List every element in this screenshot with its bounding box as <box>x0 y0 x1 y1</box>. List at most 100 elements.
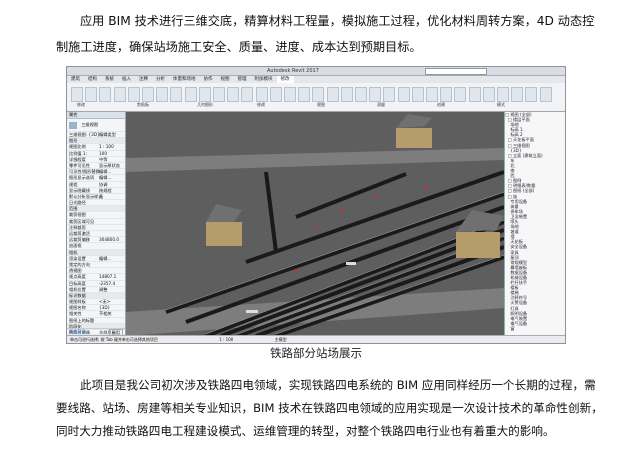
browser-item[interactable]: 窗 <box>505 326 565 331</box>
ribbon-tool-icon[interactable] <box>142 87 154 102</box>
property-value: 调整 <box>99 286 108 292</box>
property-key: 锁定的方向 <box>69 261 90 267</box>
property-row[interactable]: 远裁剪偏移 304800.0 <box>67 237 125 244</box>
ribbon-tab[interactable]: 分析 <box>152 76 169 83</box>
ribbon-tool-icon[interactable] <box>482 87 495 102</box>
property-key: 显示隐藏线 <box>69 187 90 193</box>
ribbon-group-label: 测量 <box>377 102 385 107</box>
property-key: 日光路径 <box>69 200 86 206</box>
ribbon-tool-icon[interactable] <box>241 87 254 102</box>
ribbon-tool-icon[interactable] <box>99 87 112 102</box>
ribbon-tool-icon[interactable] <box>525 87 538 102</box>
ribbon-tab[interactable]: 协作 <box>200 76 217 83</box>
property-key: 相机位置 <box>69 286 86 292</box>
ribbon-tool-icon[interactable] <box>170 87 183 102</box>
ribbon-tab[interactable]: 视图 <box>217 76 234 83</box>
property-value: 编辑类型 <box>99 132 116 137</box>
ribbon-group-label: 创建 <box>437 102 445 107</box>
ribbon-tool-icon[interactable] <box>497 87 509 102</box>
ribbon-tool-icon[interactable] <box>198 87 211 102</box>
property-key: 远裁剪偏移 <box>69 237 90 243</box>
ribbon-tool-icon[interactable] <box>227 87 240 102</box>
property-row[interactable]: 默认分析显示样式无 <box>67 193 125 201</box>
ribbon-tool-icon[interactable] <box>440 87 453 102</box>
status-bar: 单击可进行选择; 按 Tab 键并单击可选择其他项目 1 : 100 主模型 <box>67 335 565 343</box>
ribbon-tool-icon[interactable] <box>355 87 367 102</box>
ribbon-tab[interactable]: 系统 <box>101 76 118 83</box>
property-key: 透视图 <box>69 268 82 274</box>
ribbon-tool-icon[interactable] <box>298 87 311 102</box>
ribbon-tool-icon[interactable] <box>255 87 268 102</box>
ribbon-tab[interactable]: 体量和场地 <box>169 76 200 83</box>
type-selector[interactable]: 三维视图 <box>67 119 125 132</box>
properties-help-link[interactable]: 属性帮助 <box>69 329 86 334</box>
signal-5 <box>294 268 298 272</box>
property-key: 视图比例 <box>69 144 86 150</box>
ribbon-group-label: 模式 <box>497 102 505 107</box>
ribbon-group-label: 剪贴板 <box>137 102 149 107</box>
search-box[interactable] <box>425 68 487 75</box>
ribbon-tool-icon[interactable] <box>85 87 98 102</box>
ribbon-tool-icon[interactable] <box>397 87 410 102</box>
property-value: 协调 <box>99 181 108 187</box>
ribbon-tool-icon[interactable] <box>113 87 126 102</box>
ribbon-tab[interactable]: 插入 <box>118 76 135 83</box>
ribbon-tool-icon[interactable] <box>156 87 169 102</box>
property-value: 按规程 <box>99 187 112 193</box>
property-key: 裁剪区域可见 <box>69 218 95 224</box>
ribbon-tool-icon[interactable] <box>71 87 83 102</box>
ribbon-tool-icon[interactable] <box>269 87 282 102</box>
property-key: 规程 <box>69 181 78 187</box>
ribbon-tool-icon[interactable] <box>213 87 225 102</box>
ribbon-tool-icon[interactable] <box>539 87 552 102</box>
property-key: 裁剪视图 <box>69 212 86 218</box>
properties-panel: 属性 三维视图 三维视图: {3D} 编辑类型 图形 视图比例 1 : 100 比例值 1… <box>67 112 126 343</box>
property-row[interactable]: 相关性 不相关 <box>67 311 125 318</box>
property-row[interactable]: 渲染设置 编辑... <box>67 256 125 262</box>
ribbon-tab[interactable]: 注释 <box>135 76 152 83</box>
property-key: 三维视图: {3D} <box>69 132 100 137</box>
property-row[interactable]: 相机位置 调整 <box>67 287 125 293</box>
property-value: 编辑... <box>99 169 112 175</box>
property-key: 远裁剪激活 <box>69 231 90 236</box>
ribbon-tool-icon[interactable] <box>454 87 467 102</box>
ribbon-tool-icon[interactable] <box>511 87 524 102</box>
property-value: -2357.4 <box>99 280 116 286</box>
ribbon-group-label: 修改 <box>77 102 85 107</box>
ribbon-tool-icon[interactable] <box>411 87 424 102</box>
ribbon-tool-icon[interactable] <box>284 87 296 102</box>
type-selector-label: 三维视图 <box>81 122 99 127</box>
ribbon-tool-icon[interactable] <box>426 87 438 102</box>
ribbon-tool-icon[interactable] <box>468 87 481 102</box>
ribbon-tool-icon[interactable] <box>369 87 382 102</box>
signal-3 <box>374 194 378 198</box>
project-browser: □ 视图 (全部) □ 楼层平面 场地 标高 1 标高 2 □ 天花板平面 □ … <box>504 112 565 343</box>
ribbon-tab[interactable]: 管理 <box>234 76 251 83</box>
property-key: 相机 <box>69 249 78 255</box>
property-key: 剖面框 <box>69 243 82 249</box>
property-key: 目标高度 <box>69 280 86 286</box>
property-key: 可见性/图形替换 <box>69 169 100 175</box>
property-value: 无 <box>99 193 104 199</box>
ribbon-tool-icon[interactable] <box>326 87 339 102</box>
ribbon-tab[interactable]: 修改 <box>276 76 294 83</box>
ribbon-tool-icon[interactable] <box>340 87 353 102</box>
status-text: 单击可进行选择; 按 Tab 键并单击可选择其他项目 <box>70 337 158 342</box>
ribbon-tab[interactable]: 结构 <box>84 76 101 83</box>
3d-viewport[interactable] <box>126 112 504 336</box>
ribbon-tool-icon[interactable] <box>312 87 325 102</box>
property-value: 显示原状态 <box>99 162 120 168</box>
ribbon-tool-icon[interactable] <box>184 87 197 102</box>
ribbon-tool-icon[interactable] <box>383 87 396 102</box>
property-row[interactable]: 三维视图: {3D} 编辑类型 <box>67 132 125 139</box>
properties-footer: 属性帮助 应用 <box>67 327 125 336</box>
ribbon: 修改 剪贴板 几何图形 修改 视图 测量 创建 模式 <box>67 83 565 112</box>
ribbon-group-label: 视图 <box>317 102 325 107</box>
ribbon-tool-icon[interactable] <box>127 87 140 102</box>
ribbon-tab[interactable]: 附加模块 <box>251 76 277 83</box>
property-key: 图形显示选项 <box>69 175 95 181</box>
ribbon-tab[interactable]: 建筑 <box>67 76 84 83</box>
window-title: Autodesk Revit 2017 <box>267 68 319 74</box>
property-value: 编辑... <box>99 175 112 181</box>
model-name: 主模型 <box>274 337 287 342</box>
